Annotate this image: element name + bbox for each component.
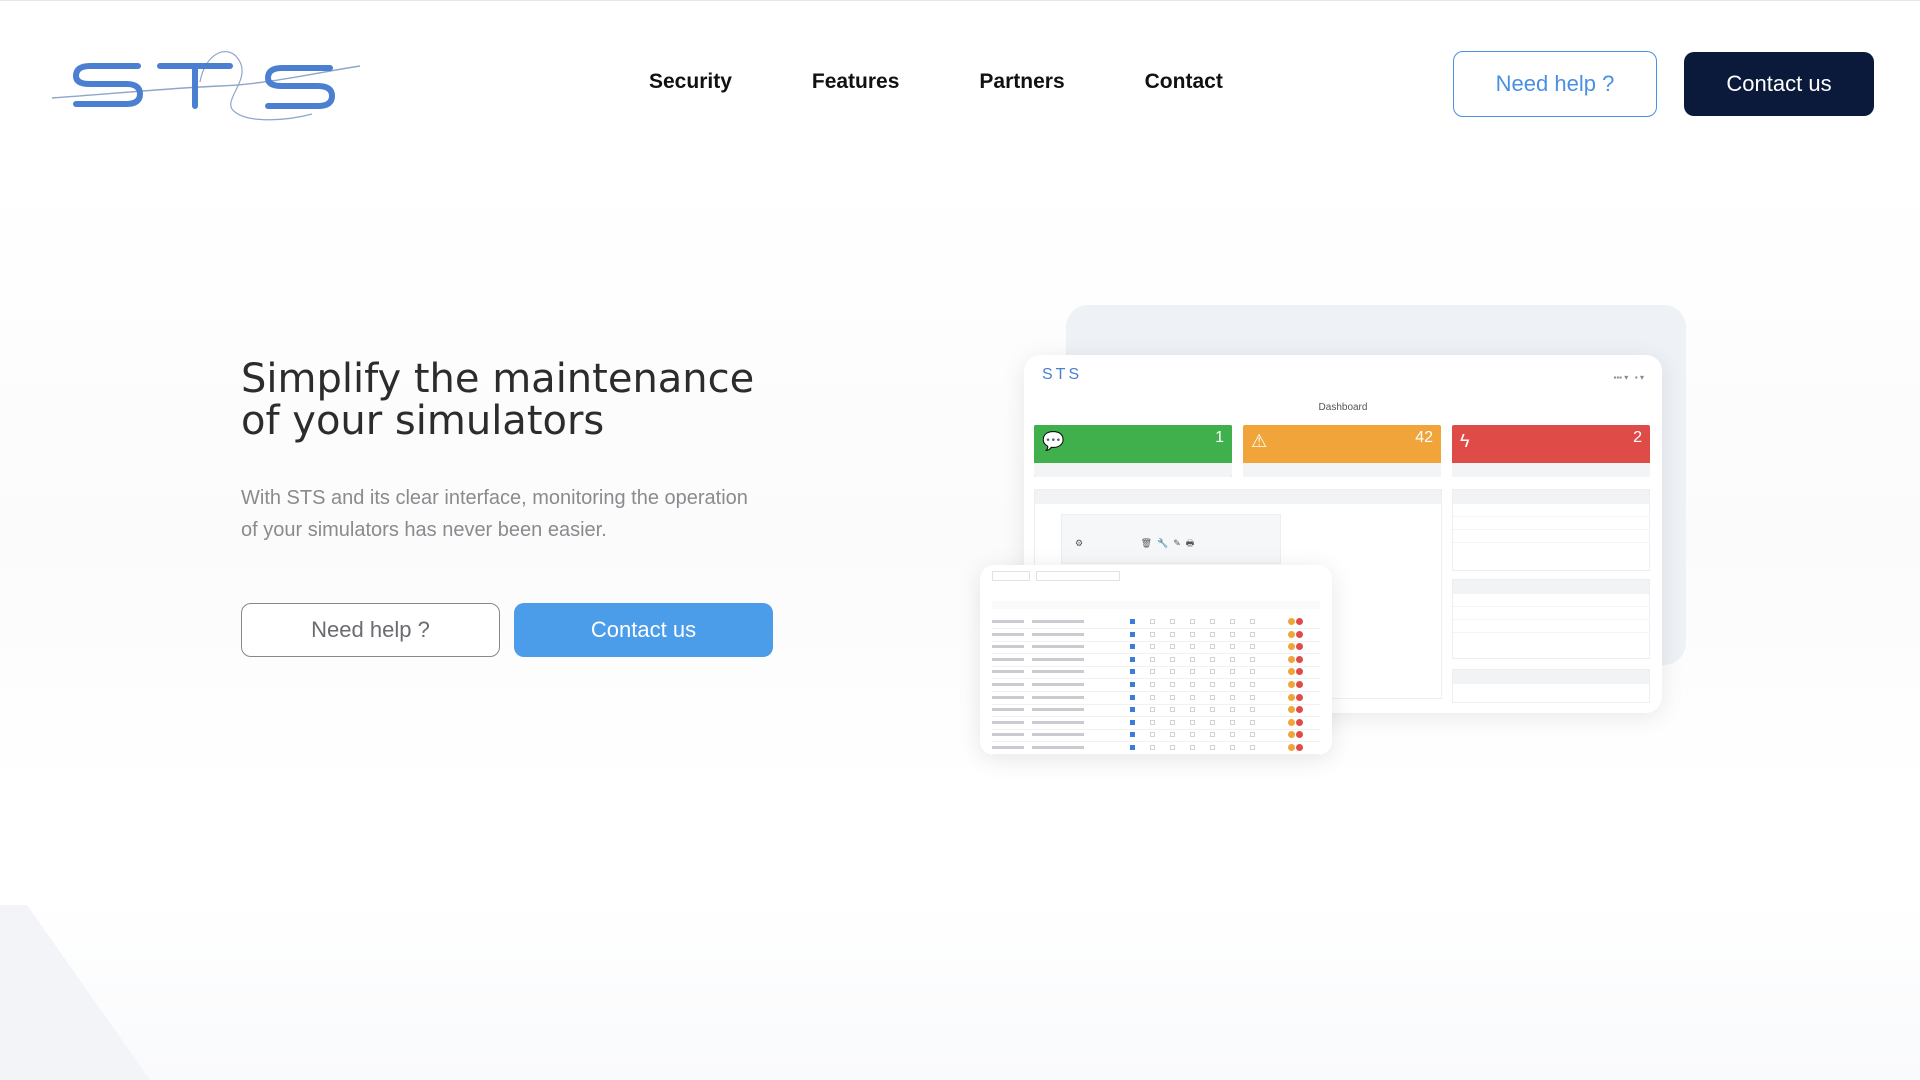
table-row xyxy=(992,730,1320,743)
warning-icon: ⚠ xyxy=(1251,431,1268,451)
table-row xyxy=(992,680,1320,692)
table-row xyxy=(992,630,1320,642)
nav-contact[interactable]: Contact xyxy=(1145,70,1223,94)
table-row xyxy=(992,705,1320,718)
mock-notifications-panel xyxy=(1452,489,1650,571)
table-row xyxy=(992,642,1320,655)
mock-card-incident-value: 2 xyxy=(1633,429,1642,446)
table-row xyxy=(992,693,1320,705)
mock-flags: ▪▪▪ ▾ ▪ ▾ xyxy=(1613,373,1645,382)
mock-info-panel xyxy=(1452,579,1650,659)
hero-subtitle-line1: With STS and its clear interface, monito… xyxy=(241,487,748,509)
mock-sts-logo: STS xyxy=(1042,366,1082,383)
contact-us-button[interactable]: Contact us xyxy=(1684,52,1874,116)
mock-card-info: 💬 1 xyxy=(1034,425,1232,477)
site-header: Security Features Partners Contact Need … xyxy=(0,0,1920,170)
mock-card-incident: ϟ 2 xyxy=(1452,425,1650,477)
table-row xyxy=(992,617,1320,629)
sts-logo[interactable] xyxy=(50,42,362,126)
hero-title-line2: of your simulators xyxy=(241,398,605,444)
svg-text:STS: STS xyxy=(1042,366,1082,383)
next-section xyxy=(0,900,1920,1080)
mock-extra-panel xyxy=(1452,669,1650,703)
task-table-preview xyxy=(980,565,1332,755)
mock-card-info-value: 1 xyxy=(1215,429,1224,446)
table-row xyxy=(992,718,1320,730)
table-row xyxy=(992,743,1320,755)
bolt-icon: ϟ xyxy=(1460,431,1470,451)
mock-card-warning-value: 42 xyxy=(1415,429,1433,446)
nav-features[interactable]: Features xyxy=(812,70,900,94)
table-row xyxy=(992,667,1320,680)
hero-title-line1: Simplify the maintenance xyxy=(241,356,755,402)
hero-title: Simplify the maintenance of your simulat… xyxy=(241,358,881,442)
nav-partners[interactable]: Partners xyxy=(979,70,1064,94)
main-nav: Security Features Partners Contact xyxy=(649,70,1223,94)
nav-security[interactable]: Security xyxy=(649,70,732,94)
hero-contact-us-button[interactable]: Contact us xyxy=(514,603,773,657)
hero-need-help-button[interactable]: Need help ? xyxy=(241,603,500,657)
hero-subtitle-line2: of your simulators has never been easier… xyxy=(241,519,607,541)
chat-icon: 💬 xyxy=(1042,431,1065,451)
need-help-button[interactable]: Need help ? xyxy=(1453,51,1657,117)
mock-dashboard-title: Dashboard xyxy=(1318,402,1368,413)
mock-card-warning: ⚠ 42 xyxy=(1243,425,1441,477)
hero-subtitle: With STS and its clear interface, monito… xyxy=(241,482,801,546)
table-row xyxy=(992,655,1320,667)
